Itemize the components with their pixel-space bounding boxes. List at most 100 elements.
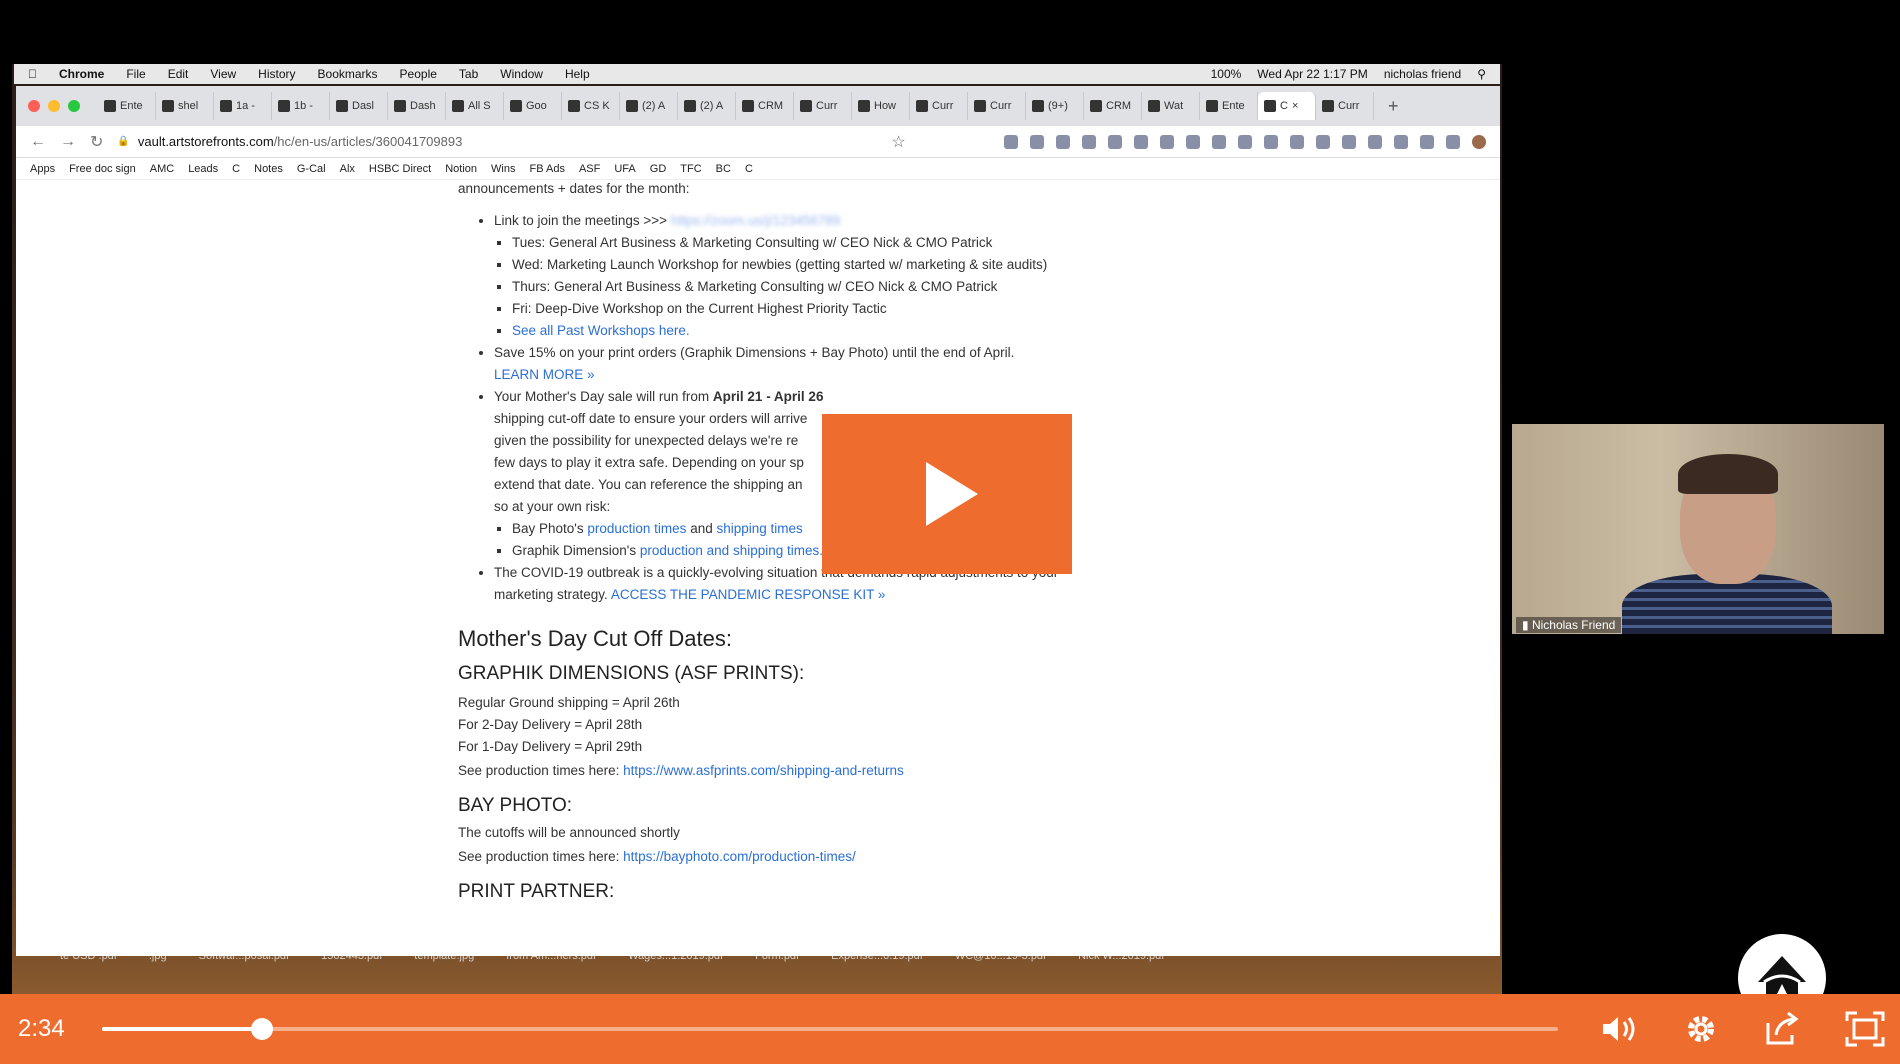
star-icon[interactable]: ☆ [891,132,905,152]
browser-tab[interactable]: (9+) [1026,92,1084,120]
bookmark-item[interactable]: UFA [614,163,635,175]
browser-tab[interactable]: Dash [388,92,446,120]
zoom-window-button[interactable] [68,100,80,112]
settings-button[interactable] [1680,1008,1722,1050]
browser-tab[interactable]: Ente [98,92,156,120]
bookmark-item[interactable]: Notion [445,163,477,175]
browser-tab[interactable]: CS K [562,92,620,120]
browser-tab[interactable]: All S [446,92,504,120]
browser-tab[interactable]: Goo [504,92,562,120]
bookmark-item[interactable]: Apps [30,163,55,175]
bookmark-item[interactable]: GD [650,163,667,175]
desktop-file[interactable]: from Am...hers.pdf [506,950,596,990]
extension-icon[interactable] [1082,134,1096,149]
gd-times-link[interactable]: production and shipping times. [640,543,823,558]
apple-icon[interactable]:  [28,67,37,81]
desktop-file[interactable]: Form.pdf [755,950,799,990]
desktop-file[interactable]: Nick W...2019.pdf [1078,950,1164,990]
extension-icon[interactable] [1420,134,1434,149]
bookmark-item[interactable]: TFC [680,163,701,175]
extension-icon[interactable] [1316,134,1330,149]
minimize-window-button[interactable] [48,100,60,112]
browser-tab[interactable]: CRM [1084,92,1142,120]
extension-icon[interactable] [1290,134,1304,149]
browser-tab[interactable]: shel [156,92,214,120]
bookmark-item[interactable]: C [232,163,240,175]
menu-item[interactable]: History [258,67,295,81]
past-workshops-link[interactable]: See all Past Workshops here. [512,323,690,338]
bookmark-item[interactable]: G-Cal [297,163,326,175]
browser-tab[interactable]: 1a - [214,92,272,120]
browser-tab[interactable]: How [852,92,910,120]
menu-item[interactable]: Edit [168,67,189,81]
forward-icon[interactable]: → [60,133,76,151]
asfprints-link[interactable]: https://www.asfprints.com/shipping-and-r… [623,763,904,778]
reload-icon[interactable]: ↻ [90,132,103,152]
meetings-link[interactable]: https://zoom.us/j/123456789 [671,213,841,228]
desktop-file[interactable]: template.jpg [414,950,474,990]
share-button[interactable] [1762,1008,1804,1050]
extension-icon[interactable] [1134,134,1148,149]
menu-item[interactable]: View [210,67,236,81]
address-bar[interactable]: 🔒 vault.artstorefronts.com/hc/en-us/arti… [117,134,877,149]
pandemic-kit-link[interactable]: ACCESS THE PANDEMIC RESPONSE KIT » [611,587,886,602]
new-tab-icon[interactable]: + [1388,96,1399,117]
extension-icon[interactable] [1160,134,1174,149]
bookmark-item[interactable]: Alx [340,163,355,175]
menu-item[interactable]: Tab [459,67,478,81]
search-icon[interactable]: ⚲ [1477,67,1486,81]
learn-more-link[interactable]: LEARN MORE » [494,367,595,382]
extension-icon[interactable] [1238,134,1252,149]
extension-icon[interactable] [1368,134,1382,149]
browser-tab[interactable]: Wat [1142,92,1200,120]
tab-close-icon[interactable]: × [1292,100,1298,112]
bookmark-item[interactable]: Wins [491,163,515,175]
back-icon[interactable]: ← [30,133,46,151]
extension-icon[interactable] [1056,134,1070,149]
browser-tab[interactable]: Curr [794,92,852,120]
bookmark-item[interactable]: Notes [254,163,283,175]
volume-button[interactable] [1598,1008,1640,1050]
browser-tab[interactable]: Ente [1200,92,1258,120]
browser-tab[interactable]: Curr [1316,92,1374,120]
fullscreen-button[interactable] [1844,1008,1886,1050]
bayphoto-link[interactable]: https://bayphoto.com/production-times/ [623,849,856,864]
menu-item[interactable]: Help [565,67,590,81]
desktop-file[interactable]: Expense...0.19.pdf [831,950,923,990]
bay-shipping-link[interactable]: shipping times [716,521,802,536]
browser-tab[interactable]: (2) A [678,92,736,120]
browser-tab[interactable]: Curr [910,92,968,120]
bookmark-item[interactable]: HSBC Direct [369,163,431,175]
browser-tab[interactable]: Dasl [330,92,388,120]
play-button[interactable] [822,414,1072,574]
menu-item[interactable]: Chrome [59,67,104,81]
desktop-file[interactable]: .jpg [149,950,167,990]
browser-tab[interactable]: CRM [736,92,794,120]
bookmark-item[interactable]: Free doc sign [69,163,136,175]
extension-icon[interactable] [1004,134,1018,149]
extension-icon[interactable] [1342,134,1356,149]
browser-tab[interactable]: 1b - [272,92,330,120]
extension-icon[interactable] [1446,134,1460,149]
bookmark-item[interactable]: FB Ads [529,163,564,175]
browser-tab[interactable]: Curr [968,92,1026,120]
desktop-file[interactable]: Softwar...posal.pdf [199,950,290,990]
desktop-file[interactable]: 1502443.pdf [321,950,382,990]
menu-item[interactable]: Window [500,67,543,81]
bookmark-item[interactable]: ASF [579,163,600,175]
browser-tab[interactable]: C × [1258,92,1316,120]
bookmark-item[interactable]: AMC [150,163,174,175]
user-name[interactable]: nicholas friend [1384,67,1461,81]
desktop-file[interactable]: Wages...1.2019.pdf [628,950,723,990]
browser-tab[interactable]: (2) A [620,92,678,120]
bookmark-item[interactable]: BC [716,163,731,175]
extension-icon[interactable] [1186,134,1200,149]
progress-knob[interactable] [251,1018,274,1040]
menu-item[interactable]: People [400,67,437,81]
extension-icon[interactable] [1108,134,1122,149]
bookmark-item[interactable]: C [745,163,753,175]
progress-track[interactable] [102,1018,1558,1040]
close-window-button[interactable] [28,100,40,112]
bay-production-link[interactable]: production times [587,521,686,536]
bookmark-item[interactable]: Leads [188,163,218,175]
